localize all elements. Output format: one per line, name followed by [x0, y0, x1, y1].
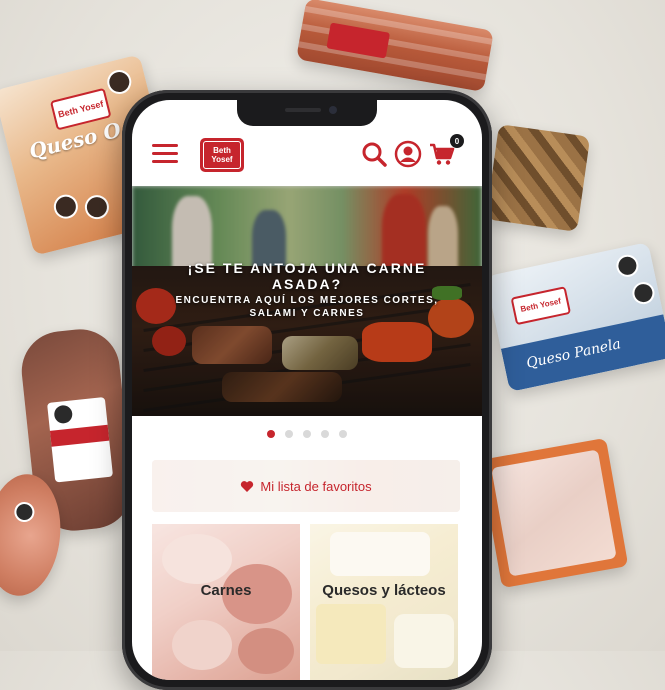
hero-title: ¡SE TE ANTOJA UNA CARNE ASADA? — [187, 260, 427, 292]
hero-subtitle: ENCUENTRA AQUÍ LOS MEJORES CORTES, SALAM… — [175, 295, 439, 319]
product-package-queso-panela: Beth Yosef Queso Panela — [485, 242, 665, 392]
carousel-dot-2[interactable] — [285, 430, 293, 438]
heart-icon — [241, 480, 254, 492]
brand-logo-small: Beth Yosef — [510, 286, 572, 326]
favorites-list-button[interactable]: Mi lista de favoritos — [152, 460, 460, 512]
product-package-bread — [485, 124, 591, 232]
cart-count-badge: 0 — [450, 134, 464, 148]
category-quesos-lacteos[interactable]: Quesos y lácteos — [310, 524, 458, 680]
carousel-dot-4[interactable] — [321, 430, 329, 438]
phone-frame: Beth Yosef 0 ¡SE TE ANTOJA UNA CARNE ASA… — [122, 90, 492, 690]
kosher-badge-icon — [104, 67, 134, 97]
kosher-badge-icon — [82, 192, 112, 222]
kosher-badge-icon — [630, 280, 657, 307]
phone-notch — [237, 100, 377, 126]
favorites-label: Mi lista de favoritos — [260, 478, 372, 494]
carousel-dot-1[interactable] — [267, 430, 275, 438]
camera-icon — [329, 106, 337, 114]
category-label: Quesos y lácteos — [322, 582, 446, 599]
brand-name-line1: Beth — [213, 146, 231, 155]
category-label: Carnes — [200, 582, 252, 599]
carousel-dots — [132, 430, 482, 442]
kosher-badge-icon — [53, 404, 74, 425]
carousel-dot-3[interactable] — [303, 430, 311, 438]
kosher-badge-icon — [51, 192, 81, 222]
kosher-badge-icon — [614, 252, 641, 279]
menu-icon[interactable] — [152, 142, 178, 164]
brand-name-line2: Yosef — [211, 155, 233, 164]
category-carnes[interactable]: Carnes — [152, 524, 300, 680]
phone-screen: Beth Yosef 0 ¡SE TE ANTOJA UNA CARNE ASA… — [132, 100, 482, 680]
product-package-chicken — [479, 437, 629, 589]
carousel-dot-5[interactable] — [339, 430, 347, 438]
brand-logo[interactable]: Beth Yosef — [200, 138, 244, 172]
account-icon[interactable] — [394, 140, 422, 168]
hero-banner[interactable]: ¡SE TE ANTOJA UNA CARNE ASADA? ENCUENTRA… — [132, 186, 482, 416]
search-icon[interactable] — [360, 140, 388, 168]
product-label — [47, 396, 114, 483]
app-header: Beth Yosef 0 — [132, 126, 482, 186]
product-package-sausage — [296, 0, 494, 93]
kosher-badge-icon — [13, 501, 36, 524]
